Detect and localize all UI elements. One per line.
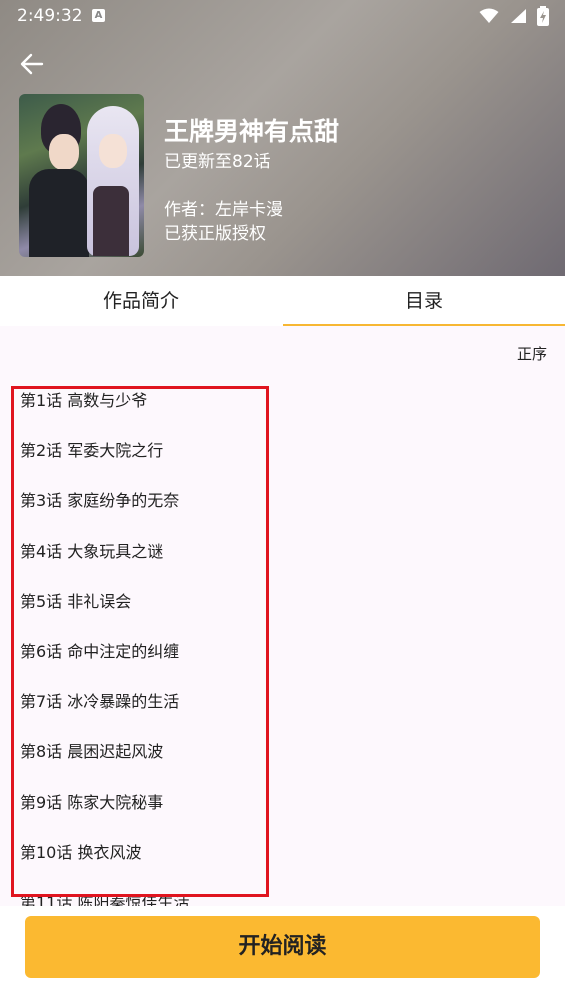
comic-header: 2:49:32 A 王牌男神有点甜 已更新至82话 作者：左岸卡漫 已获正版授权 bbox=[0, 0, 565, 276]
tab-intro[interactable]: 作品简介 bbox=[0, 276, 282, 326]
back-arrow-icon[interactable] bbox=[18, 50, 46, 78]
update-status: 已更新至82话 bbox=[164, 152, 271, 172]
wifi-icon bbox=[479, 8, 499, 23]
signal-icon bbox=[511, 9, 526, 23]
battery-icon bbox=[537, 6, 549, 26]
sort-order-button[interactable]: 正序 bbox=[517, 343, 547, 364]
license-text: 已获正版授权 bbox=[164, 224, 266, 244]
system-icons bbox=[479, 6, 549, 26]
status-bar: 2:49:32 A bbox=[0, 0, 565, 32]
author-text: 作者：左岸卡漫 bbox=[164, 200, 283, 220]
tab-catalog[interactable]: 目录 bbox=[283, 276, 565, 326]
comic-cover-image bbox=[19, 94, 144, 257]
start-reading-button[interactable]: 开始阅读 bbox=[25, 916, 540, 978]
highlight-box bbox=[11, 386, 269, 897]
clock: 2:49:32 bbox=[17, 6, 83, 26]
comic-title: 王牌男神有点甜 bbox=[164, 117, 340, 146]
tab-bar: 作品简介 目录 bbox=[0, 276, 565, 326]
notification-icon: A bbox=[92, 9, 105, 22]
